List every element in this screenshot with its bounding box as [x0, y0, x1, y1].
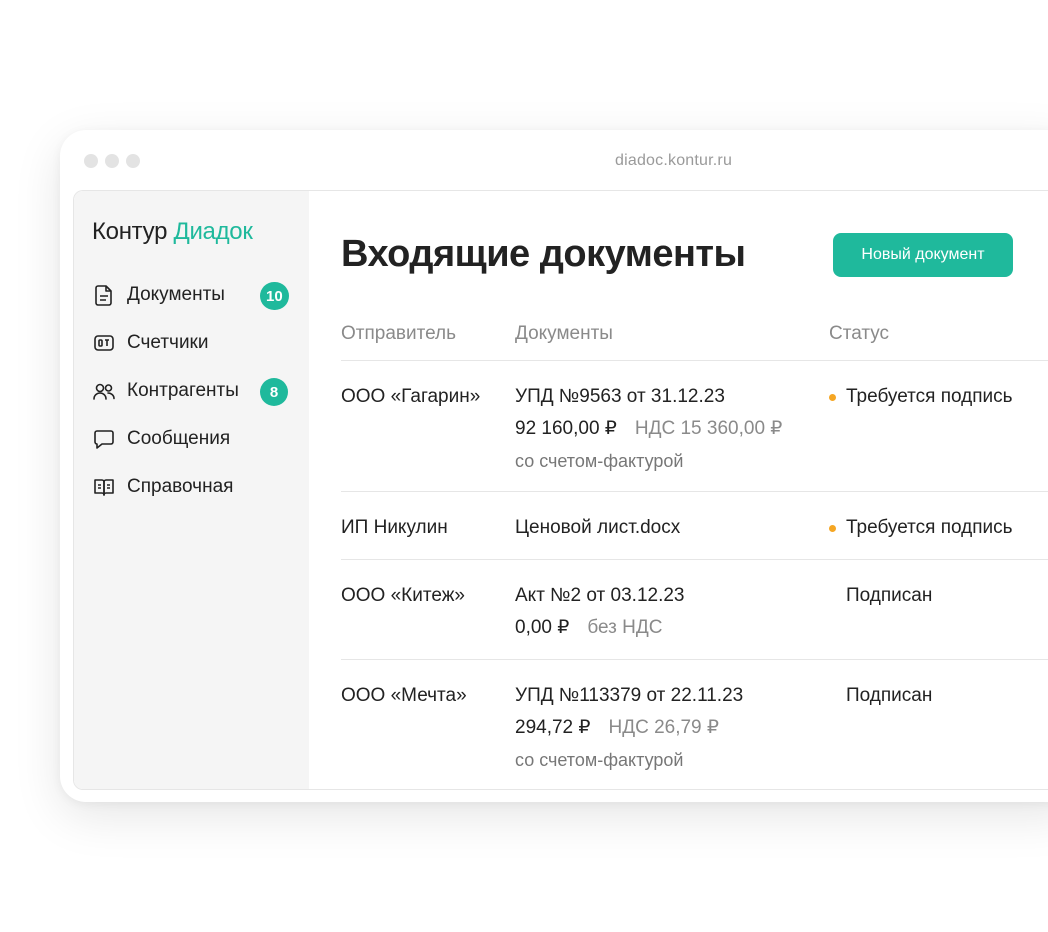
- main-content: Входящие документы Новый документ Отправ…: [309, 191, 1048, 789]
- document-note: со счетом-фактурой: [515, 451, 684, 471]
- minimize-dot[interactable]: [105, 154, 119, 168]
- row-status: Подписан: [829, 680, 932, 712]
- status-label: Требуется подпись: [846, 386, 1013, 407]
- page-title: Входящие документы: [341, 233, 746, 275]
- new-document-button[interactable]: Новый документ: [833, 233, 1013, 277]
- sidebar-item-label: Контрагенты: [127, 380, 239, 401]
- sidebar-item-label: Справочная: [127, 476, 234, 497]
- documents-table: Отправитель Документы Статус ООО «Гагари…: [341, 309, 1048, 789]
- document-icon: [92, 283, 116, 307]
- table-row[interactable]: ИП Никулин Ценовой лист.docx Требуется п…: [341, 492, 1048, 560]
- sidebar: Контур Диадок Документы 10 Счетчики Конт…: [74, 191, 309, 789]
- counterparties-count-badge: 8: [260, 378, 288, 406]
- document-vat: без НДС: [587, 617, 663, 638]
- pending-status-dot: [829, 393, 836, 401]
- document-title[interactable]: УПД №9563 от 31.12.23: [515, 381, 782, 413]
- row-status: Требуется подпись: [829, 512, 1013, 544]
- people-icon: [92, 379, 116, 403]
- document-amount: 92 160,00 ₽: [515, 418, 617, 439]
- sidebar-item-counters[interactable]: Счетчики: [92, 319, 292, 367]
- column-header-documents[interactable]: Документы: [515, 323, 613, 345]
- document-amounts: 0,00 ₽ без НДС: [515, 612, 685, 644]
- table-row[interactable]: ООО «Мечта» УПД №113379 от 22.11.23 294,…: [341, 660, 1048, 789]
- row-sender: ООО «Мечта»: [341, 685, 467, 706]
- table-header: Отправитель Документы Статус: [341, 309, 1048, 361]
- app-logo[interactable]: Контур Диадок: [92, 218, 253, 246]
- logo-brand: Контур: [92, 218, 168, 245]
- column-header-status[interactable]: Статус: [829, 323, 889, 345]
- status-label: Подписан: [846, 685, 933, 706]
- row-sender: ООО «Гагарин»: [341, 386, 481, 407]
- row-document: Ценовой лист.docx: [515, 512, 680, 544]
- sidebar-item-counterparties[interactable]: Контрагенты 8: [92, 367, 292, 415]
- document-amounts: 92 160,00 ₽ НДС 15 360,00 ₽: [515, 413, 782, 445]
- sidebar-item-label: Счетчики: [127, 332, 209, 353]
- sidebar-item-messages[interactable]: Сообщения: [92, 415, 292, 463]
- row-sender: ООО «Китеж»: [341, 585, 465, 606]
- sidebar-nav: Документы 10 Счетчики Контрагенты 8 Сооб…: [92, 271, 292, 511]
- row-status: Требуется подпись: [829, 381, 1013, 413]
- document-amount: 0,00 ₽: [515, 617, 570, 638]
- row-status: Подписан: [829, 580, 932, 612]
- row-sender: ИП Никулин: [341, 517, 448, 538]
- book-icon: [92, 475, 116, 499]
- app-frame: Контур Диадок Документы 10 Счетчики Конт…: [73, 190, 1048, 790]
- document-note: со счетом-фактурой: [515, 750, 684, 770]
- row-document: УПД №113379 от 22.11.23 294,72 ₽ НДС 26,7…: [515, 680, 743, 776]
- table-row[interactable]: ООО «Гагарин» УПД №9563 от 31.12.23 92 1…: [341, 361, 1048, 492]
- counter-icon: [92, 331, 116, 355]
- sidebar-item-label: Документы: [127, 284, 225, 305]
- status-label: Подписан: [846, 585, 933, 606]
- browser-window: diadoc.kontur.ru Контур Диадок Документы…: [60, 130, 1048, 802]
- document-vat: НДС 15 360,00 ₽: [634, 418, 783, 439]
- document-amounts: 294,72 ₽ НДС 26,79 ₽: [515, 712, 743, 744]
- window-controls: [84, 154, 140, 168]
- row-document: УПД №9563 от 31.12.23 92 160,00 ₽ НДС 15 …: [515, 381, 782, 477]
- chat-icon: [92, 427, 116, 451]
- row-document: Акт №2 от 03.12.23 0,00 ₽ без НДС: [515, 580, 685, 644]
- table-row[interactable]: ООО «Китеж» Акт №2 от 03.12.23 0,00 ₽ без…: [341, 560, 1048, 660]
- title-bar: diadoc.kontur.ru: [60, 130, 1048, 190]
- document-title[interactable]: Акт №2 от 03.12.23: [515, 580, 685, 612]
- document-vat: НДС 26,79 ₽: [608, 717, 719, 738]
- column-header-sender[interactable]: Отправитель: [341, 323, 456, 345]
- close-dot[interactable]: [84, 154, 98, 168]
- sidebar-item-reference[interactable]: Справочная: [92, 463, 292, 511]
- document-title[interactable]: УПД №113379 от 22.11.23: [515, 680, 743, 712]
- status-label: Требуется подпись: [846, 517, 1013, 538]
- document-title[interactable]: Ценовой лист.docx: [515, 512, 680, 544]
- documents-count-badge: 10: [260, 282, 289, 310]
- address-bar-url[interactable]: diadoc.kontur.ru: [615, 152, 732, 170]
- logo-product: Диадок: [173, 218, 253, 245]
- sidebar-item-documents[interactable]: Документы 10: [92, 271, 292, 319]
- pending-status-dot: [829, 524, 836, 532]
- sidebar-item-label: Сообщения: [127, 428, 231, 449]
- document-amount: 294,72 ₽: [515, 717, 591, 738]
- maximize-dot[interactable]: [126, 154, 140, 168]
